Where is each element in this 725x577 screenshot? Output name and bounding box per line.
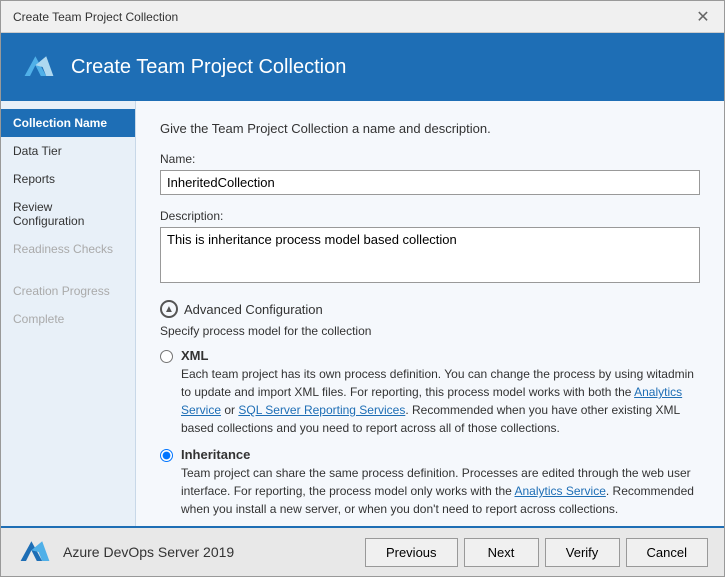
xml-radio-group: XML Each team project has its own proces…: [160, 348, 700, 437]
inheritance-content: Inheritance Team project can share the s…: [181, 447, 700, 518]
xml-label: XML: [181, 348, 700, 363]
close-button[interactable]: ✕: [694, 8, 712, 26]
sidebar: Collection Name Data Tier Reports Review…: [1, 101, 136, 526]
advanced-toggle-label: Advanced Configuration: [184, 302, 323, 317]
toggle-circle-icon: ▲: [160, 300, 178, 318]
sidebar-item-review-configuration[interactable]: Review Configuration: [1, 193, 135, 235]
cancel-button[interactable]: Cancel: [626, 538, 708, 567]
header-icon: [21, 49, 57, 85]
next-button[interactable]: Next: [464, 538, 539, 567]
header-title: Create Team Project Collection: [71, 56, 346, 79]
sidebar-item-reports[interactable]: Reports: [1, 165, 135, 193]
main-content: Give the Team Project Collection a name …: [136, 101, 724, 526]
footer-brand-text: Azure DevOps Server 2019: [63, 544, 234, 560]
window-title: Create Team Project Collection: [13, 10, 178, 24]
inheritance-radio[interactable]: [160, 449, 173, 462]
advanced-toggle[interactable]: ▲ Advanced Configuration: [160, 300, 700, 318]
verify-button[interactable]: Verify: [545, 538, 620, 567]
sidebar-item-data-tier[interactable]: Data Tier: [1, 137, 135, 165]
inheritance-label: Inheritance: [181, 447, 700, 462]
footer-azure-icon: [17, 534, 53, 570]
xml-option: XML Each team project has its own proces…: [160, 348, 700, 437]
sidebar-item-creation-progress: Creation Progress: [1, 277, 135, 305]
description-label: Description:: [160, 209, 700, 223]
main-instruction: Give the Team Project Collection a name …: [160, 121, 700, 136]
analytics-service-link-inheritance[interactable]: Analytics Service: [515, 484, 606, 498]
inheritance-option: Inheritance Team project can share the s…: [160, 447, 700, 518]
advanced-desc: Specify process model for the collection: [160, 324, 700, 338]
title-bar: Create Team Project Collection ✕: [1, 1, 724, 33]
xml-desc-text-1: Each team project has its own process de…: [181, 367, 694, 399]
name-field-group: Name:: [160, 152, 700, 195]
description-field-group: Description: This is inheritance process…: [160, 209, 700, 286]
footer: Azure DevOps Server 2019 Previous Next V…: [1, 526, 724, 576]
footer-brand-area: Azure DevOps Server 2019: [17, 534, 234, 570]
xml-content: XML Each team project has its own proces…: [181, 348, 700, 437]
sidebar-item-readiness-checks: Readiness Checks: [1, 235, 135, 263]
xml-description: Each team project has its own process de…: [181, 365, 700, 437]
chevron-up-icon: ▲: [164, 304, 174, 315]
xml-desc-text-2: or: [221, 403, 238, 417]
name-label: Name:: [160, 152, 700, 166]
xml-radio[interactable]: [160, 350, 173, 363]
main-window: Create Team Project Collection ✕ Create …: [0, 0, 725, 577]
header-banner: Create Team Project Collection: [1, 33, 724, 101]
previous-button[interactable]: Previous: [365, 538, 458, 567]
name-input[interactable]: [160, 170, 700, 195]
description-textarea[interactable]: This is inheritance process model based …: [160, 227, 700, 283]
footer-buttons: Previous Next Verify Cancel: [365, 538, 708, 567]
sidebar-item-complete: Complete: [1, 305, 135, 333]
inheritance-radio-group: Inheritance Team project can share the s…: [160, 447, 700, 518]
content-area: Collection Name Data Tier Reports Review…: [1, 101, 724, 526]
sql-reporting-link[interactable]: SQL Server Reporting Services: [238, 403, 405, 417]
sidebar-item-collection-name[interactable]: Collection Name: [1, 109, 135, 137]
advanced-section: ▲ Advanced Configuration Specify process…: [160, 300, 700, 526]
inheritance-description: Team project can share the same process …: [181, 464, 700, 518]
